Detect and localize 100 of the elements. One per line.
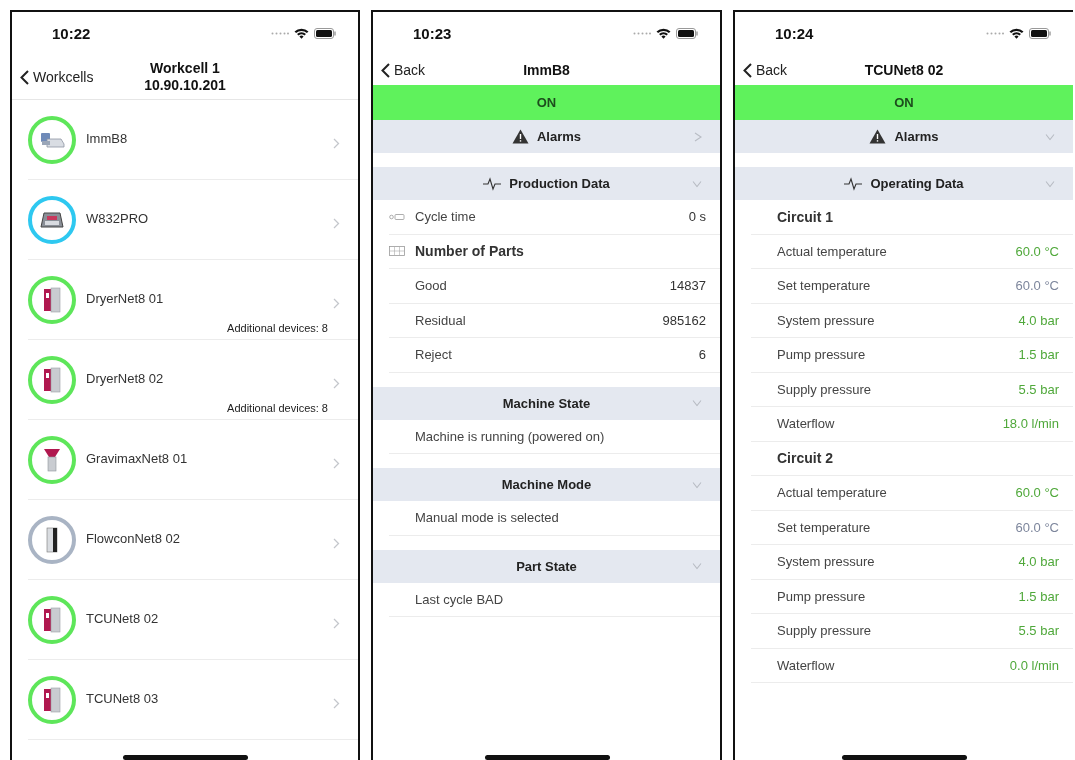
back-chevron-icon [20, 69, 29, 85]
field-value: 1.5 bar [1018, 347, 1059, 363]
cabinet-icon [42, 686, 62, 713]
section-header[interactable]: Operating Data [735, 167, 1073, 200]
field-label: Supply pressure [777, 381, 872, 397]
field-label: Good [415, 278, 448, 294]
section-header[interactable]: Machine State [373, 386, 720, 420]
field-label: Waterflow [777, 657, 836, 673]
section-header[interactable]: Alarms [373, 120, 720, 153]
wifi-icon [294, 28, 309, 39]
field-label: Reject [415, 347, 453, 363]
warning-icon [869, 129, 887, 144]
back-button[interactable]: Back [735, 62, 788, 78]
signal-icon [633, 32, 651, 35]
back-button[interactable]: Workcells [12, 69, 94, 85]
device-note: Additional devices: 8 [227, 402, 328, 414]
group-heading: Circuit 2 [777, 450, 834, 467]
device-name: DryerNet8 01 [86, 291, 165, 306]
pulse-icon [844, 176, 863, 191]
status-time: 10:24 [775, 25, 815, 42]
field-label: Residual [415, 312, 467, 328]
nav-title: Workcell 1 [149, 60, 221, 77]
field-label: System pressure [777, 312, 876, 328]
section-header[interactable]: Part State [373, 549, 720, 583]
device-name: TCUNet8 03 [86, 691, 160, 706]
device-row[interactable]: TCUNet8 02 [28, 580, 358, 659]
nav-title: ImmB8 [523, 61, 570, 79]
field-value: 60.0 °C [1015, 485, 1059, 501]
device-row[interactable]: DryerNet8 02 Additional devices: 8 [28, 340, 358, 419]
field-value: 60.0 °C [1015, 278, 1059, 294]
field-label: Pump pressure [777, 588, 867, 604]
counter-icon [389, 246, 405, 257]
field-label: Actual temperature [777, 485, 888, 501]
printer-icon [40, 209, 64, 230]
field-value: 6 [698, 347, 706, 363]
device-note: Additional devices: 8 [227, 322, 328, 334]
device-row[interactable]: DryerNet8 01 Additional devices: 8 [28, 260, 358, 339]
field-value: 18.0 l/min [1002, 416, 1059, 432]
field-value: 1.5 bar [1018, 588, 1059, 604]
device-name: DryerNet8 02 [86, 371, 165, 386]
device-name: W832PRO [86, 211, 150, 226]
group-heading: Circuit 1 [777, 208, 834, 225]
signal-icon [986, 32, 1004, 35]
pulse-icon [483, 176, 502, 191]
field-label: Pump pressure [777, 347, 867, 363]
device-name: ImmB8 [86, 131, 129, 146]
field-label: Cycle time [415, 209, 477, 225]
cabinet-icon [42, 366, 62, 393]
device-row[interactable]: ImmB8 [28, 100, 358, 179]
timer-icon [389, 212, 405, 221]
status-banner: ON [373, 85, 720, 120]
battery-icon [676, 28, 698, 39]
field-value: 4.0 bar [1018, 554, 1059, 570]
group-heading: Number of Parts [415, 243, 525, 260]
section-header[interactable]: Alarms [735, 120, 1073, 153]
column-icon [44, 525, 60, 554]
field-value: 4.0 bar [1018, 312, 1059, 328]
field-value: 60.0 °C [1015, 243, 1059, 259]
field-label: Supply pressure [777, 623, 872, 639]
device-name: TCUNet8 02 [86, 611, 160, 626]
battery-icon [314, 28, 336, 39]
cabinet-icon [42, 286, 62, 313]
wifi-icon [656, 28, 671, 39]
back-chevron-icon [381, 62, 390, 78]
warning-icon [511, 129, 529, 144]
state-text: Manual mode is selected [415, 510, 560, 526]
wifi-icon [1009, 28, 1024, 39]
device-name: FlowconNet8 02 [86, 531, 181, 546]
signal-icon [271, 32, 289, 35]
battery-icon [1029, 28, 1051, 39]
state-text: Machine is running (powered on) [415, 428, 606, 444]
section-header[interactable]: Machine Mode [373, 468, 720, 501]
device-row[interactable]: W832PRO [28, 180, 358, 259]
hopper-icon [42, 446, 62, 473]
back-chevron-icon [743, 62, 752, 78]
back-button[interactable]: Back [373, 62, 426, 78]
field-label: Waterflow [777, 416, 836, 432]
state-text: Last cycle BAD [415, 591, 505, 607]
field-value: 5.5 bar [1018, 381, 1059, 397]
cabinet-icon [42, 606, 62, 633]
status-time: 10:23 [413, 25, 453, 42]
field-value: 5.5 bar [1018, 623, 1059, 639]
field-label: Set temperature [777, 278, 872, 294]
device-row[interactable]: GravimaxNet8 01 [28, 420, 358, 499]
nav-title: TCUNet8 02 [864, 61, 944, 79]
field-label: System pressure [777, 554, 876, 570]
field-label: Actual temperature [777, 243, 888, 259]
section-header[interactable]: Production Data [373, 167, 720, 200]
field-value: 60.0 °C [1015, 519, 1059, 535]
status-time: 10:22 [52, 25, 92, 42]
field-value: 14837 [669, 278, 706, 294]
field-value: 985162 [662, 312, 706, 328]
field-label: Set temperature [777, 519, 872, 535]
device-row[interactable]: TCUNet8 03 [28, 660, 358, 739]
nav-subtitle: 10.90.10.201 [144, 77, 226, 94]
device-row[interactable]: FlowconNet8 02 [28, 500, 358, 579]
device-name: GravimaxNet8 01 [86, 451, 189, 466]
field-value: 0 s [688, 209, 706, 225]
status-banner: ON [735, 85, 1073, 120]
field-value: 0.0 l/min [1009, 657, 1059, 673]
